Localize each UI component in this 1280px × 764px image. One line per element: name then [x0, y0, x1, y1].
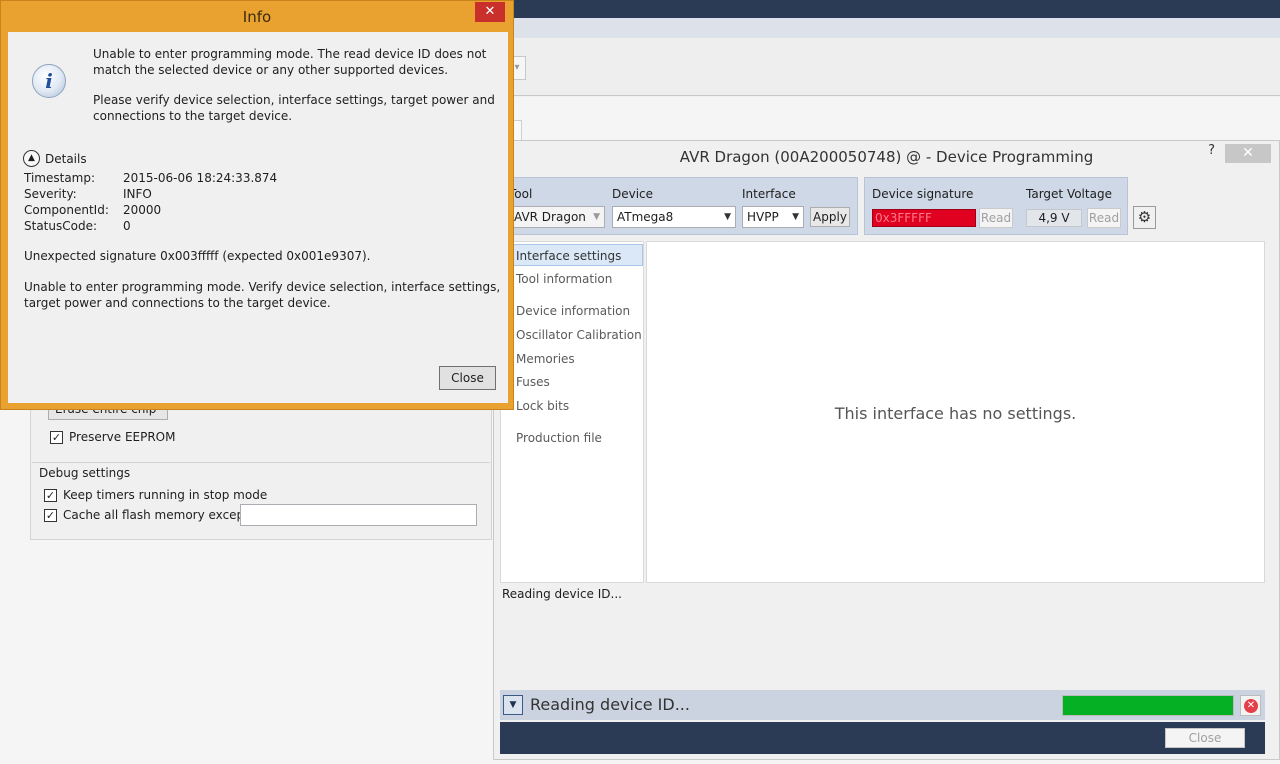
settings-content: This interface has no settings.: [646, 241, 1265, 583]
apply-button[interactable]: Apply: [810, 207, 850, 227]
detail-value: 0: [123, 219, 131, 233]
detail-key: Severity:: [24, 187, 77, 201]
device-programming-window: AVR Dragon (00A200050748) @ - Device Pro…: [493, 140, 1280, 760]
cache-flash-label: Cache all flash memory except: [63, 508, 249, 522]
debug-settings-divider: [32, 462, 490, 463]
detail-key: ComponentId:: [24, 203, 109, 217]
detail-key: StatusCode:: [24, 219, 98, 233]
log-text: Reading device ID...: [502, 587, 622, 601]
info-close-button[interactable]: Close: [439, 366, 496, 390]
preserve-eeprom-row[interactable]: ✓ Preserve EEPROM: [50, 430, 175, 444]
interface-value: HVPP: [747, 210, 779, 224]
details-toggle[interactable]: ▲ Details: [23, 150, 87, 167]
cache-flash-checkbox[interactable]: ✓: [44, 508, 57, 522]
info-dialog-body: i Unable to enter programming mode. The …: [8, 32, 508, 403]
keep-timers-row[interactable]: ✓ Keep timers running in stop mode: [44, 488, 267, 502]
interface-label: Interface: [742, 187, 796, 201]
cache-flash-row[interactable]: ✓ Cache all flash memory except: [44, 508, 249, 522]
interface-select[interactable]: HVPP ▼: [742, 206, 804, 228]
chevron-down-icon: ▼: [593, 212, 600, 222]
nav-tool-information[interactable]: Tool information: [501, 268, 643, 290]
tool-select[interactable]: AVR Dragon ▼: [509, 206, 605, 228]
programming-mode-message: Unable to enter programming mode. Verify…: [24, 280, 501, 310]
dialog-footer: Close: [500, 722, 1265, 754]
device-select[interactable]: ATmega8 ▼: [612, 206, 736, 228]
nav-device-information[interactable]: Device information: [501, 300, 643, 322]
preserve-eeprom-checkbox[interactable]: ✓: [50, 430, 63, 444]
nav-production-file[interactable]: Production file: [501, 427, 643, 449]
status-bar: ▼ Reading device ID... ✕: [500, 690, 1265, 720]
info-dialog: Info ✕ i Unable to enter programming mod…: [0, 0, 514, 410]
read-voltage-button[interactable]: Read: [1087, 208, 1121, 228]
device-signature-field: 0x3FFFFF: [872, 209, 976, 227]
keep-timers-label: Keep timers running in stop mode: [63, 488, 268, 502]
close-icon[interactable]: ✕: [475, 2, 505, 22]
device-value: ATmega8: [617, 210, 674, 224]
window-close-button[interactable]: ✕: [1225, 144, 1271, 163]
chevron-down-icon: ▼: [792, 212, 799, 222]
detail-value: 20000: [123, 203, 162, 217]
no-settings-message: This interface has no settings.: [834, 404, 1077, 423]
tool-device-interface-group: Tool AVR Dragon ▼ Device ATmega8 ▼ Inter…: [500, 177, 858, 235]
detail-key: Timestamp:: [24, 171, 96, 185]
nav-memories[interactable]: Memories: [501, 348, 643, 370]
chevron-up-icon: ▲: [23, 150, 40, 167]
nav-interface-settings[interactable]: Interface settings: [501, 244, 643, 266]
cancel-icon: ✕: [1244, 699, 1258, 713]
chevron-down-icon: ▼: [724, 212, 731, 222]
chevron-down-icon[interactable]: ▼: [503, 695, 523, 715]
info-hint: Please verify device selection, interfac…: [93, 93, 495, 123]
target-voltage-label: Target Voltage: [1026, 187, 1112, 201]
info-message: Unable to enter programming mode. The re…: [93, 47, 487, 77]
nav-lock-bits[interactable]: Lock bits: [501, 395, 643, 417]
device-signature-label: Device signature: [872, 187, 974, 201]
signature-voltage-group: Device signature 0x3FFFFF Read Target Vo…: [864, 177, 1128, 235]
signature-message: Unexpected signature 0x003fffff (expecte…: [24, 249, 371, 263]
footer-close-button[interactable]: Close: [1165, 728, 1245, 748]
detail-value: INFO: [123, 187, 152, 201]
status-text: Reading device ID...: [530, 695, 690, 714]
read-signature-button[interactable]: Read: [979, 208, 1013, 228]
info-dialog-title: Info: [242, 8, 272, 26]
device-label: Device: [612, 187, 654, 201]
keep-timers-checkbox[interactable]: ✓: [44, 488, 57, 502]
debug-settings-title: Debug settings: [39, 466, 135, 480]
programming-nav: Interface settings Tool information Devi…: [500, 241, 644, 583]
nav-fuses[interactable]: Fuses: [501, 371, 643, 393]
info-icon: i: [32, 64, 66, 98]
detail-value: 2015-06-06 18:24:33.874: [123, 171, 278, 185]
details-label: Details: [45, 151, 87, 166]
nav-oscillator-calibration[interactable]: Oscillator Calibration: [501, 324, 643, 346]
preserve-eeprom-label: Preserve EEPROM: [69, 430, 176, 444]
device-programming-title: AVR Dragon (00A200050748) @ - Device Pro…: [679, 148, 1094, 166]
cancel-button[interactable]: ✕: [1240, 695, 1261, 716]
target-voltage-field: 4,9 V: [1026, 209, 1082, 227]
log-area: Reading device ID...: [500, 585, 1265, 689]
progress-bar: [1062, 695, 1234, 716]
cache-except-input[interactable]: [240, 504, 477, 526]
tool-value: AVR Dragon: [514, 210, 586, 224]
help-button[interactable]: ?: [1208, 143, 1215, 158]
gear-icon[interactable]: ⚙: [1133, 206, 1156, 229]
